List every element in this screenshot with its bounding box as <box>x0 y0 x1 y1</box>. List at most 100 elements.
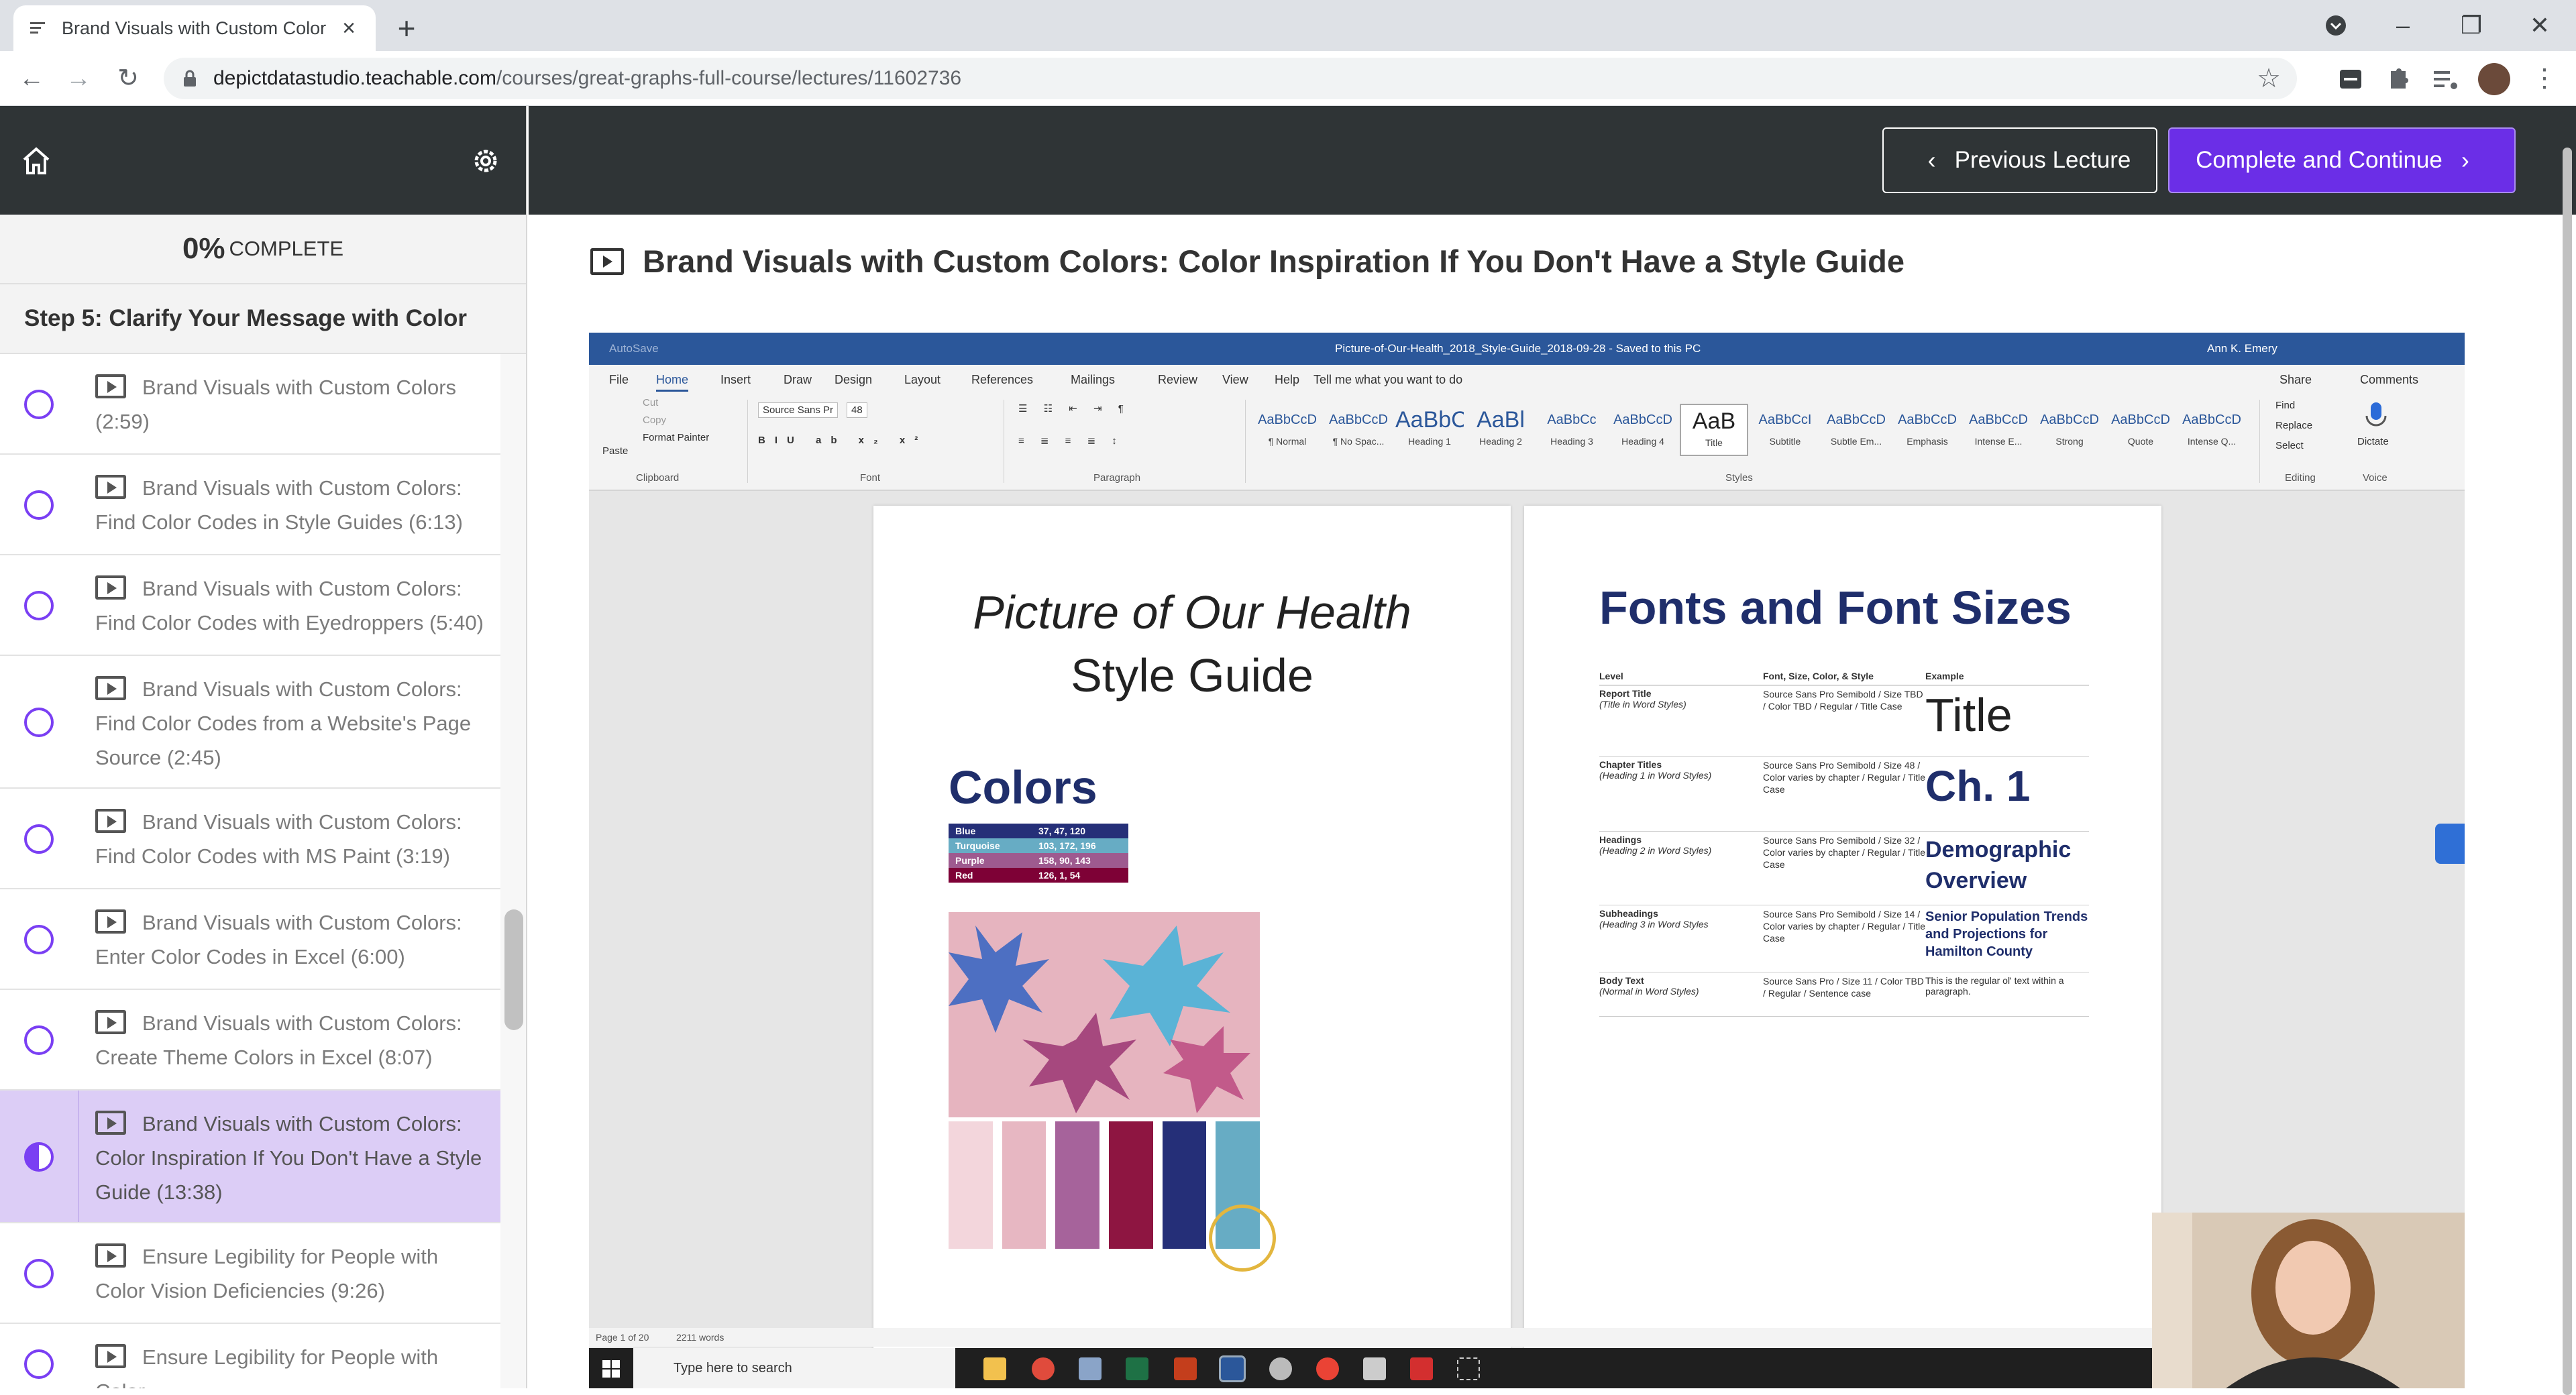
lecture-item[interactable]: Ensure Legibility for People with Color … <box>0 1223 500 1324</box>
lecture-item[interactable]: Brand Visuals with Custom Colors: Find C… <box>0 555 500 656</box>
video-lecture-icon <box>95 575 126 600</box>
minimize-icon[interactable]: – <box>2383 7 2423 44</box>
page-favicon-icon <box>30 22 45 34</box>
lecture-item-label: Brand Visuals with Custom Colors (2:59) <box>95 376 457 433</box>
editing-group-label: Editing <box>2285 472 2316 484</box>
chrome-icon <box>1316 1357 1339 1380</box>
video-lecture-icon <box>95 374 126 398</box>
incomplete-status-icon <box>24 824 54 854</box>
tab-search-icon[interactable] <box>2316 7 2356 44</box>
lecture-item[interactable]: Brand Visuals with Custom Colors (2:59) <box>0 354 500 455</box>
bookmark-star-icon[interactable]: ☆ <box>2257 63 2281 94</box>
section-title: Step 5: Clarify Your Message with Color <box>0 284 526 354</box>
colors-heading: Colors <box>949 761 1097 814</box>
swatch-row: Purple 158, 90, 143 <box>949 853 1128 868</box>
sidebar-header <box>0 106 526 215</box>
windows-start-icon <box>602 1360 620 1378</box>
lecture-item[interactable]: Brand Visuals with Custom Colors: Find C… <box>0 656 500 789</box>
lecture-item[interactable]: Brand Visuals with Custom Colors: Enter … <box>0 889 500 990</box>
media-control-icon[interactable] <box>2428 63 2461 95</box>
swatch-row: Turquoise 103, 172, 196 <box>949 838 1128 853</box>
chevron-right-icon: › <box>2461 146 2469 174</box>
forward-icon[interactable]: → <box>60 60 97 97</box>
video-lecture-icon <box>95 909 126 934</box>
word-menu-design: Design <box>835 373 873 386</box>
style-item: AaB Title <box>1680 404 1748 456</box>
comments-button: Comments <box>2360 373 2419 386</box>
lecture-item[interactable]: Brand Visuals with Custom Colors: Find C… <box>0 789 500 889</box>
style-item: AaBbCcD Intense Q... <box>2182 412 2241 447</box>
word-document-title: Picture-of-Our-Health_2018_Style-Guide_2… <box>1335 342 1701 355</box>
gear-icon[interactable] <box>470 145 502 177</box>
incomplete-status-icon <box>24 591 54 620</box>
font-size-box: 48 <box>847 402 867 418</box>
style-item: AaBbCcD ¶ Normal <box>1258 412 1317 447</box>
word-menu-mailings: Mailings <box>1071 373 1116 386</box>
word-icon <box>1219 1355 1246 1382</box>
palette-swatch <box>1109 1121 1153 1249</box>
browser-tab[interactable]: Brand Visuals with Custom Color × <box>13 5 376 51</box>
back-icon[interactable]: ← <box>13 60 50 97</box>
close-window-icon[interactable]: ✕ <box>2520 7 2560 44</box>
previous-lecture-label: Previous Lecture <box>1954 147 2131 173</box>
chrome-icon <box>1032 1357 1055 1380</box>
incomplete-status-icon <box>24 390 54 419</box>
floating-widget-icon[interactable] <box>2435 824 2465 864</box>
lecture-item-label: Brand Visuals with Custom Colors: Find C… <box>95 476 463 534</box>
video-lecture-icon <box>95 1111 126 1135</box>
reload-icon[interactable]: ↻ <box>110 60 146 97</box>
doc-page-fonts: Fonts and Font Sizes Level Font, Size, C… <box>1524 506 2161 1351</box>
palette-swatch <box>1162 1121 1207 1249</box>
replace-label: Replace <box>2275 420 2313 431</box>
complete-and-continue-button[interactable]: Complete and Continue › <box>2168 127 2516 193</box>
address-bar[interactable]: depictdatastudio.teachable.com /courses/… <box>164 58 2297 99</box>
presenter-webcam <box>2152 1213 2465 1388</box>
word-menu-file: File <box>609 373 629 386</box>
word-menu-bar: Tell me what you want to do Share Commen… <box>589 365 2465 393</box>
profile-avatar[interactable] <box>2478 63 2510 95</box>
word-count: 2211 words <box>676 1332 724 1343</box>
progress-percent: 0% <box>182 232 225 265</box>
tell-me-box: Tell me what you want to do <box>1313 373 1463 386</box>
close-tab-icon[interactable]: × <box>337 16 361 40</box>
table-row: Body Text (Normal in Word Styles) Source S… <box>1599 972 2089 1017</box>
word-menu-help: Help <box>1275 373 1300 386</box>
lecture-item-label: Brand Visuals with Custom Colors: Find C… <box>95 677 472 769</box>
format-painter-label: Format Painter <box>643 432 710 443</box>
lecture-item[interactable]: Brand Visuals with Custom Colors: Find C… <box>0 455 500 555</box>
table-row: Chapter Titles (Heading 1 in Word Styles)… <box>1599 757 2089 832</box>
home-icon[interactable] <box>20 145 52 177</box>
style-item: AaBbCcD Subtle Em... <box>1827 412 1886 447</box>
lecture-item[interactable]: Brand Visuals with Custom Colors: Color … <box>0 1091 500 1223</box>
table-header: Level Font, Size, Color, & Style Example <box>1599 671 2089 685</box>
video-lecture-icon <box>95 1344 126 1368</box>
taskbar-search: Type here to search <box>633 1348 955 1388</box>
chevron-left-icon: ‹ <box>1927 146 1936 174</box>
lecture-item[interactable]: Ensure Legibility for People with Color <box>0 1324 500 1388</box>
share-button: Share <box>2279 373 2312 386</box>
maximize-icon[interactable]: ❐ <box>2451 7 2491 44</box>
course-progress: 0% COMPLETE <box>0 215 526 284</box>
swatch-row: Red 126, 1, 54 <box>949 868 1128 883</box>
lecture-item[interactable]: Brand Visuals with Custom Colors: Create… <box>0 990 500 1091</box>
lecture-video[interactable]: AutoSave Picture-of-Our-Health_2018_Styl… <box>589 333 2465 1388</box>
progress-label: COMPLETE <box>229 237 344 260</box>
app-icon <box>1269 1357 1292 1380</box>
extension-icon[interactable] <box>2334 63 2367 95</box>
new-tab-icon[interactable]: + <box>389 11 424 46</box>
color-swatch-table: Blue 37, 47, 120 Turquoise 103, 172, 196 Pur… <box>949 824 1128 883</box>
url-host: depictdatastudio.teachable.com <box>213 67 496 89</box>
browser-menu-icon[interactable]: ⋮ <box>2526 60 2563 97</box>
lecture-item-label: Ensure Legibility for People with Color … <box>95 1245 439 1302</box>
sidebar-scrollbar[interactable] <box>504 909 523 1030</box>
find-label: Find <box>2275 400 2296 411</box>
word-user-name: Ann K. Emery <box>2207 342 2277 355</box>
style-item: AaBbCcD Intense E... <box>1969 412 2028 447</box>
page-scrollbar[interactable] <box>2557 107 2576 1395</box>
word-ribbon: Paste Cut Copy Format Painter Clipboard … <box>589 393 2465 491</box>
video-lecture-icon <box>95 1243 126 1268</box>
previous-lecture-button[interactable]: ‹ Previous Lecture <box>1882 127 2157 193</box>
in-progress-status-icon <box>24 1142 54 1172</box>
puzzle-extensions-icon[interactable] <box>2381 63 2414 95</box>
style-item: AaBbCcD Emphasis <box>1898 412 1957 447</box>
